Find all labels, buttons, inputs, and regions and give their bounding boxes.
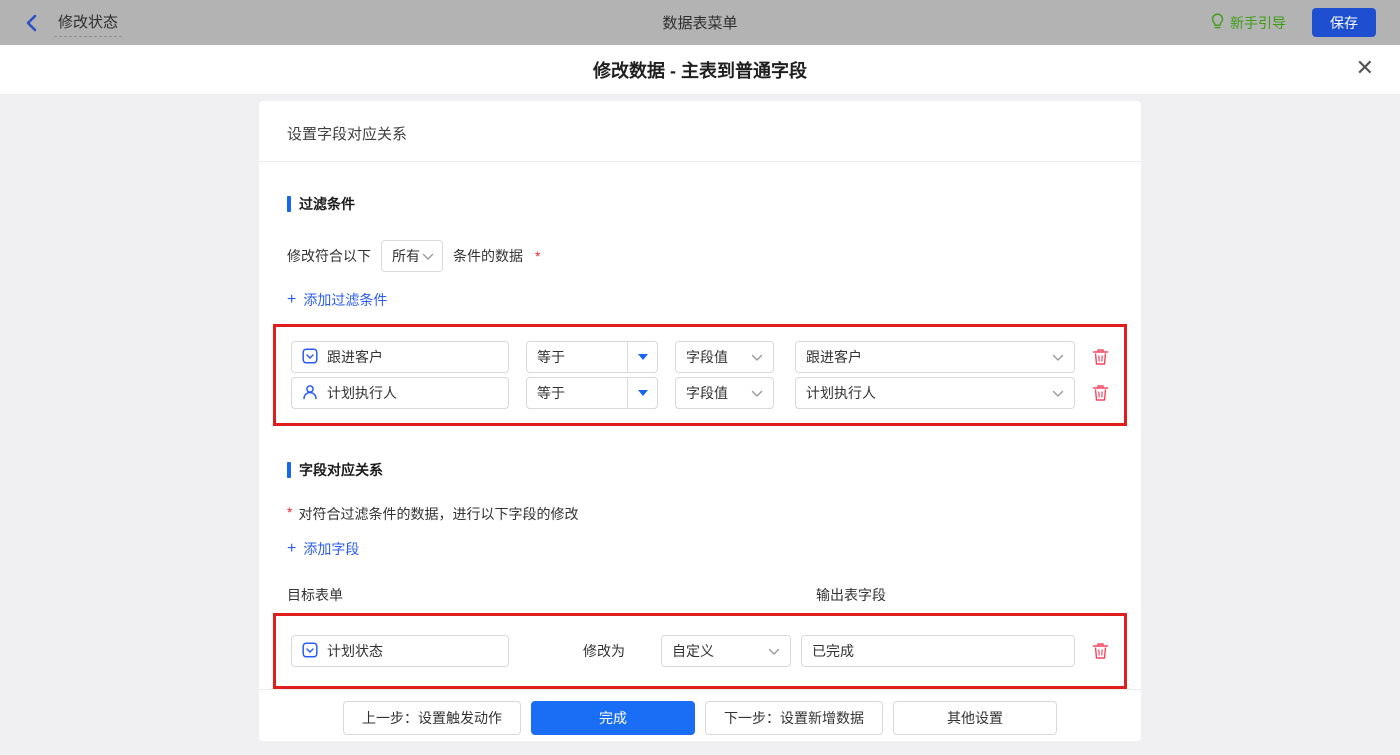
chevron-down-icon	[768, 643, 780, 659]
modify-to-label: 修改为	[583, 643, 625, 659]
lightbulb-icon	[1210, 12, 1225, 33]
select-field-icon	[302, 641, 318, 661]
next-step-button[interactable]: 下一步：设置新增数据	[705, 701, 883, 735]
mode-label: 自定义	[672, 643, 714, 659]
settings-card: 设置字段对应关系 过滤条件 修改符合以下 所有 条件的数据 * + 添加过滤条件…	[259, 101, 1141, 741]
mapping-description-text: 对符合过滤条件的数据，进行以下字段的修改	[298, 506, 579, 522]
add-filter-label: 添加过滤条件	[303, 292, 388, 308]
back-button[interactable]	[24, 14, 40, 32]
operator-value: 等于	[537, 349, 565, 365]
prev-step-button[interactable]: 上一步：设置触发动作	[343, 701, 521, 735]
plus-icon: +	[287, 540, 297, 557]
filter-section-label: 过滤条件	[299, 196, 355, 212]
match-mode-value: 所有	[392, 248, 420, 264]
mapping-section-title: 字段对应关系	[287, 460, 1113, 480]
match-prefix-label: 修改符合以下	[287, 248, 371, 264]
custom-value-input[interactable]	[801, 635, 1075, 667]
target-form-header: 目标表单	[287, 587, 343, 603]
value-label: 计划执行人	[806, 385, 876, 401]
done-button[interactable]: 完成	[531, 701, 695, 735]
match-mode-select[interactable]: 所有	[381, 240, 443, 272]
flow-name-editable[interactable]: 修改状态	[54, 9, 123, 37]
plus-icon: +	[287, 291, 297, 308]
mapping-row-highlight-box: 计划状态 修改为 自定义	[273, 613, 1127, 689]
filter-field-select[interactable]: 跟进客户	[291, 341, 509, 373]
value-type-select[interactable]: 字段值	[675, 341, 774, 373]
value-select[interactable]: 跟进客户	[795, 341, 1075, 373]
mapping-section-label: 字段对应关系	[299, 462, 383, 478]
beginner-guide-link[interactable]: 新手引导	[1210, 12, 1286, 33]
add-field-link[interactable]: + 添加字段	[287, 539, 359, 559]
match-condition-row: 修改符合以下 所有 条件的数据 *	[287, 240, 1113, 272]
save-button[interactable]: 保存	[1312, 8, 1376, 37]
operator-select[interactable]: 等于	[526, 377, 658, 409]
add-field-label: 添加字段	[303, 541, 360, 557]
output-field-header: 输出表字段	[816, 587, 886, 603]
caret-down-icon	[627, 342, 657, 372]
add-filter-condition-link[interactable]: + 添加过滤条件	[287, 290, 387, 310]
select-field-icon	[302, 347, 318, 367]
chevron-down-icon	[422, 248, 434, 264]
card-title: 设置字段对应关系	[259, 101, 1141, 162]
target-field-select[interactable]: 计划状态	[291, 635, 509, 667]
target-field-label: 计划状态	[327, 643, 383, 659]
mapping-column-headers: 目标表单 输出表字段	[287, 585, 1113, 605]
other-settings-button[interactable]: 其他设置	[893, 701, 1057, 735]
delete-row-button[interactable]	[1092, 642, 1109, 660]
operator-select[interactable]: 等于	[526, 341, 658, 373]
value-type-select[interactable]: 字段值	[675, 377, 774, 409]
filter-field-label: 跟进客户	[327, 349, 383, 365]
filter-row: 跟进客户 等于 字段值 跟进客户	[291, 341, 1109, 373]
mapping-description: * 对符合过滤条件的数据，进行以下字段的修改	[287, 504, 1113, 524]
topbar: 数据表菜单 修改状态 新手引导 保存	[0, 0, 1400, 45]
chevron-left-icon	[24, 14, 40, 32]
delete-row-button[interactable]	[1092, 348, 1109, 366]
operator-value: 等于	[537, 385, 565, 401]
required-asterisk: *	[535, 248, 541, 264]
modal-body: 设置字段对应关系 过滤条件 修改符合以下 所有 条件的数据 * + 添加过滤条件…	[0, 95, 1400, 755]
modal-header: 修改数据 - 主表到普通字段 ✕	[0, 45, 1400, 95]
mapping-row: 计划状态 修改为 自定义	[291, 635, 1109, 667]
guide-label: 新手引导	[1230, 14, 1286, 31]
filter-field-select[interactable]: 计划执行人	[291, 377, 509, 409]
filter-row: 计划执行人 等于 字段值 计划执行人	[291, 377, 1109, 409]
mode-select[interactable]: 自定义	[661, 635, 791, 667]
user-field-icon	[302, 384, 318, 403]
caret-down-icon	[627, 378, 657, 408]
delete-row-button[interactable]	[1092, 384, 1109, 402]
value-type-label: 字段值	[686, 349, 728, 365]
section-accent-bar	[287, 462, 291, 478]
chevron-down-icon	[751, 385, 763, 401]
app-title: 数据表菜单	[662, 15, 738, 32]
value-select[interactable]: 计划执行人	[795, 377, 1075, 409]
modal-title: 修改数据 - 主表到普通字段	[593, 60, 807, 81]
chevron-down-icon	[1052, 385, 1064, 401]
filter-section-title: 过滤条件	[287, 194, 1113, 214]
card-footer: 上一步：设置触发动作 完成 下一步：设置新增数据 其他设置	[259, 689, 1141, 748]
close-icon[interactable]: ✕	[1356, 57, 1374, 79]
filter-field-label: 计划执行人	[327, 385, 397, 401]
chevron-down-icon	[1052, 349, 1064, 365]
filter-rows-highlight-box: 跟进客户 等于 字段值 跟进客户 计划执行人 等于 字段值 计划执行人	[273, 324, 1127, 426]
chevron-down-icon	[751, 349, 763, 365]
value-label: 跟进客户	[806, 349, 862, 365]
value-type-label: 字段值	[686, 385, 728, 401]
section-accent-bar	[287, 196, 291, 212]
match-suffix-label: 条件的数据	[453, 248, 523, 264]
required-asterisk: *	[287, 504, 293, 520]
